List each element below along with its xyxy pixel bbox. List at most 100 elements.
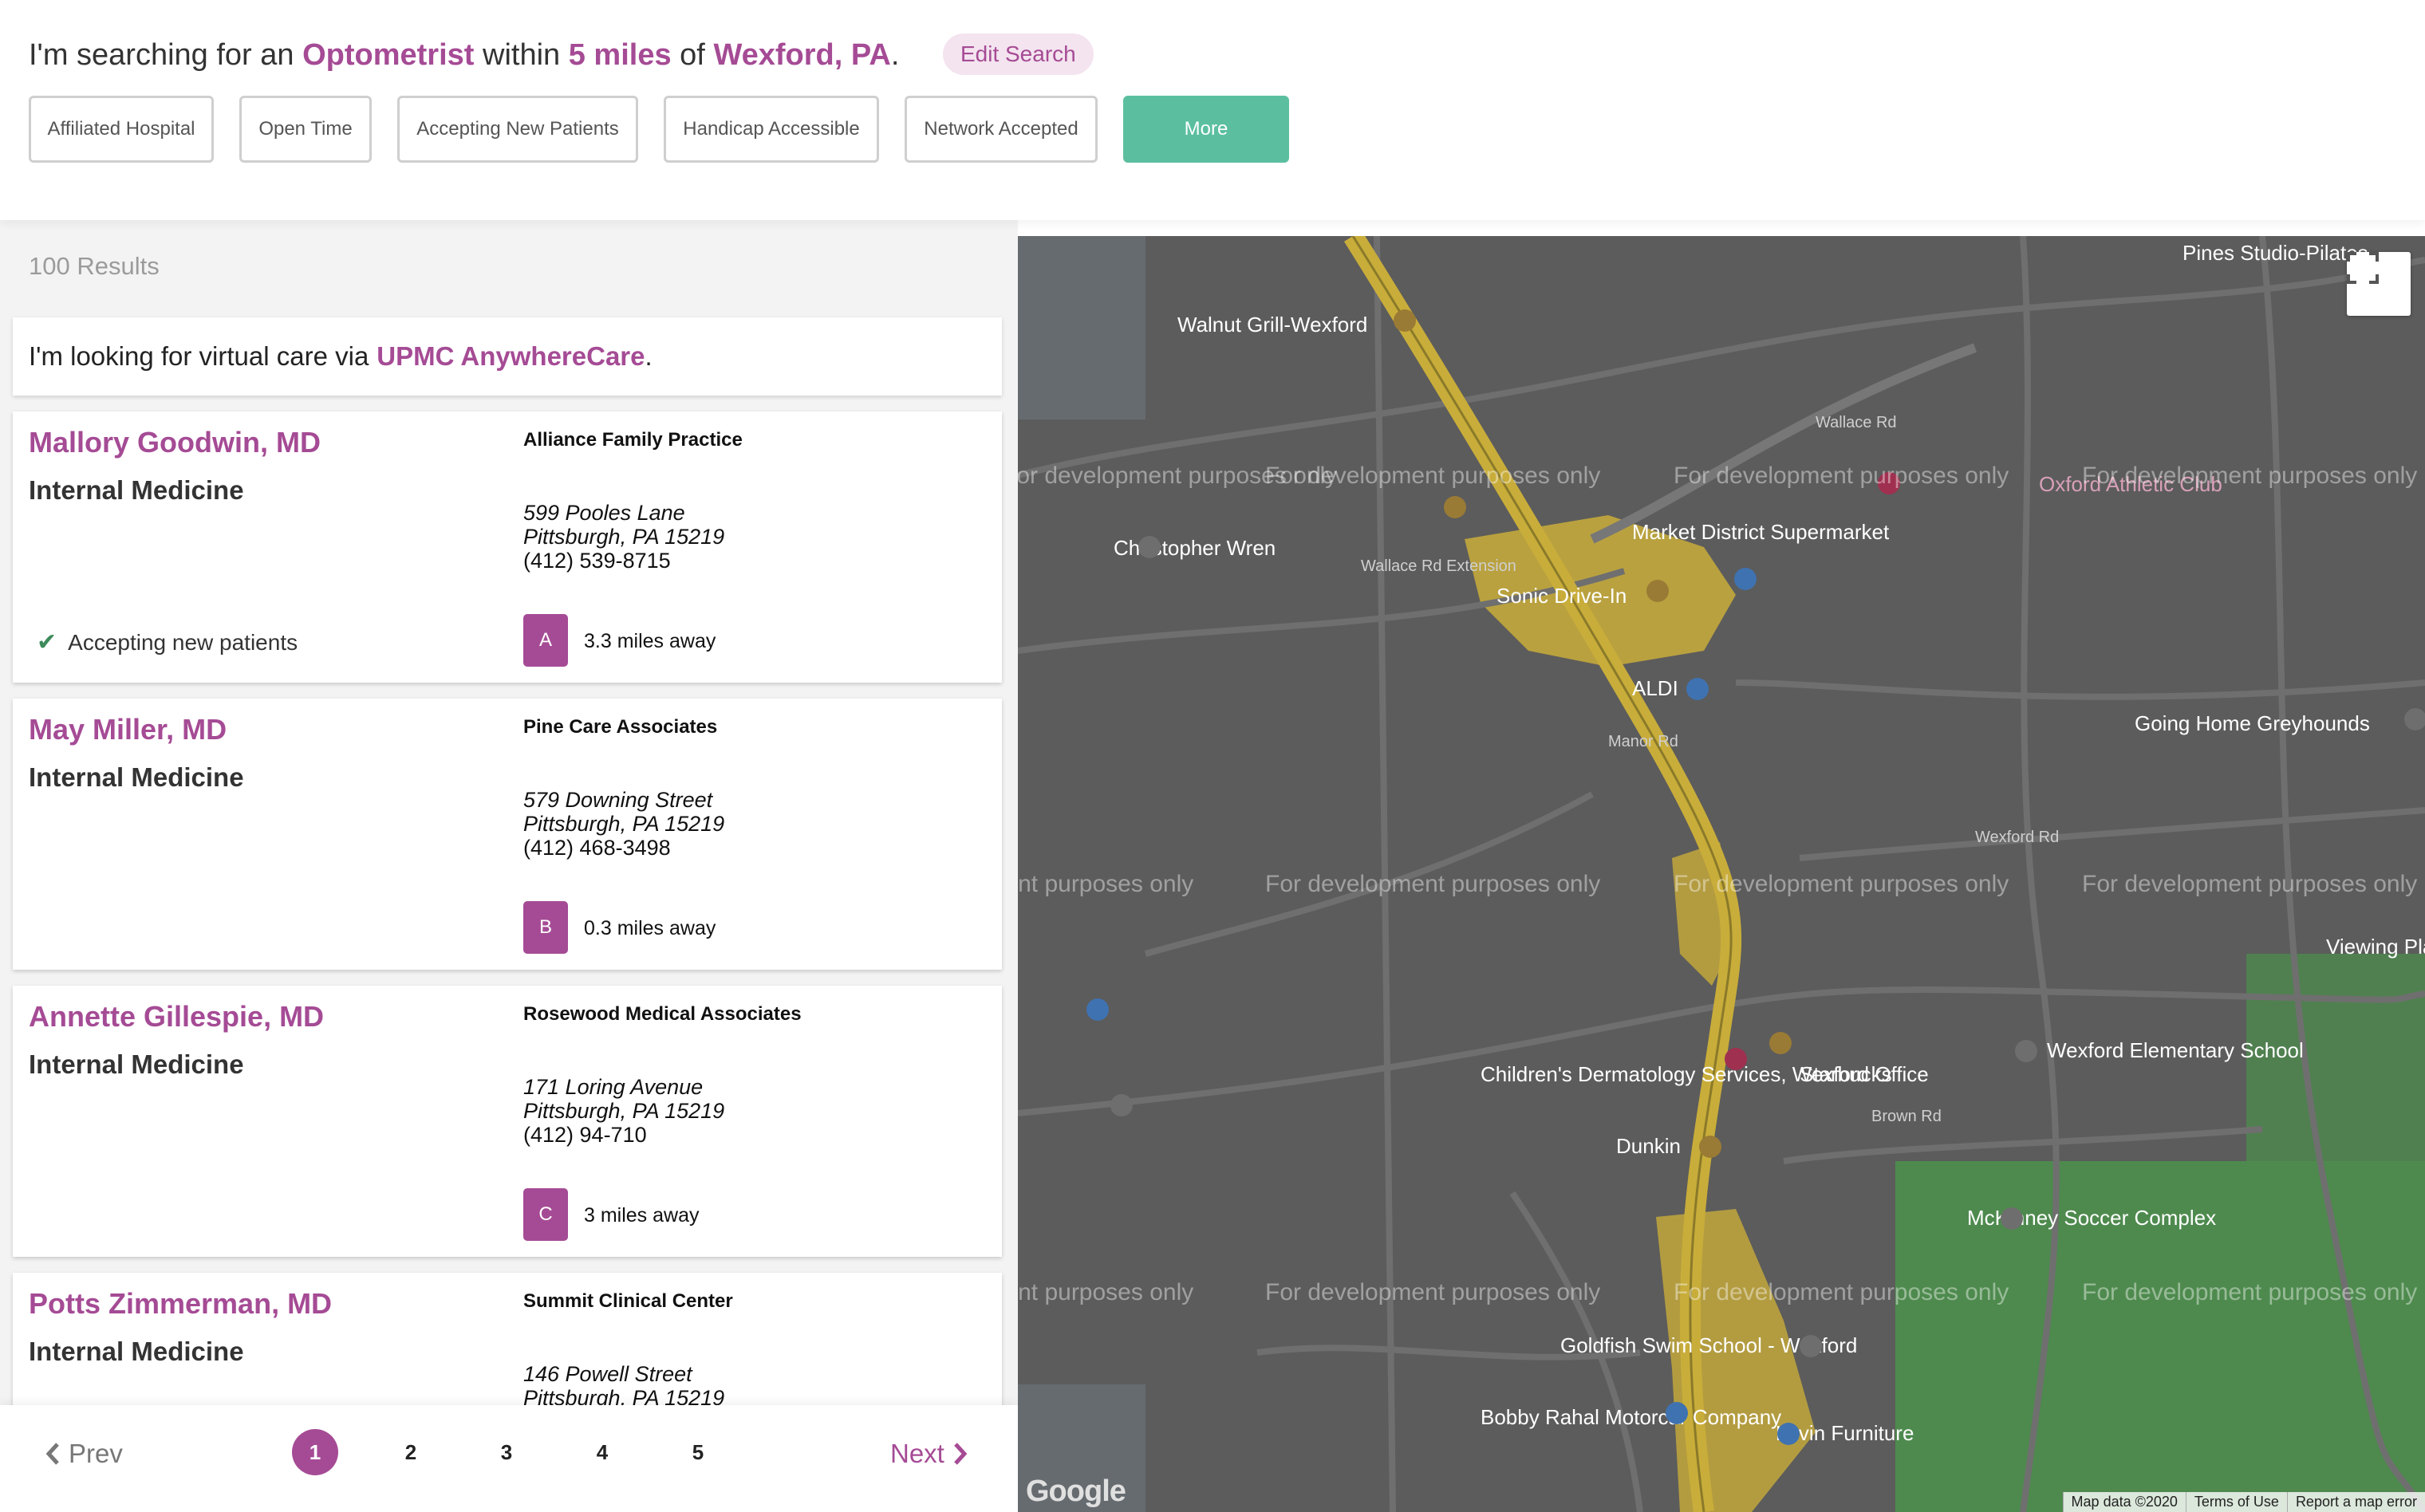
road-label-manor: Manor Rd: [1608, 733, 1678, 750]
fullscreen-button[interactable]: [2347, 252, 2411, 316]
location-selector[interactable]: Wexford, PA: [713, 38, 890, 72]
doctor-specialty: Internal Medicine: [29, 1337, 244, 1366]
road-label-brown: Brown Rd: [1871, 1108, 1942, 1125]
place-pin-icon[interactable]: [1110, 1094, 1133, 1116]
doctor-card[interactable]: May Miller, MD Internal Medicine Pine Ca…: [13, 699, 1002, 970]
filter-open-time[interactable]: Open Time: [239, 96, 372, 163]
within-text: within: [483, 38, 561, 72]
restaurant-pin-icon[interactable]: [1394, 309, 1416, 332]
page-1-button[interactable]: 1: [292, 1429, 338, 1475]
doctor-specialty: Internal Medicine: [29, 475, 244, 505]
doctor-address: 599 Pooles Lane Pittsburgh, PA 15219 (41…: [523, 501, 724, 573]
place-label-pines-studio: Pines Studio-Pilates: [2182, 241, 2368, 265]
search-prefix: I'm searching for an: [29, 38, 294, 72]
doctor-name[interactable]: Potts Zimmerman, MD: [29, 1287, 332, 1321]
doctor-address: 146 Powell Street Pittsburgh, PA 15219: [523, 1362, 724, 1410]
filter-network-accepted[interactable]: Network Accepted: [905, 96, 1098, 163]
chevron-right-icon: [954, 1443, 968, 1465]
accepting-label: Accepting new patients: [68, 629, 298, 655]
filter-affiliated-hospital[interactable]: Affiliated Hospital: [29, 96, 214, 163]
address-city: Pittsburgh, PA 15219: [523, 1099, 725, 1123]
place-label-viewing-plat: Viewing Plat: [2326, 935, 2425, 959]
distance-selector[interactable]: 5 miles: [569, 38, 672, 72]
prev-page-button[interactable]: Prev: [45, 1439, 123, 1469]
doctor-name[interactable]: Annette Gillespie, MD: [29, 1000, 324, 1034]
place-pin-icon[interactable]: [2404, 708, 2425, 730]
place-label-aldi: ALDI: [1632, 676, 1678, 700]
place-label-market-district: Market District Supermarket: [1632, 520, 1890, 544]
road-label-wallace: Wallace Rd: [1816, 414, 1897, 431]
place-pin-icon[interactable]: [2001, 1207, 2023, 1230]
edit-search-button[interactable]: Edit Search: [942, 33, 1094, 75]
place-label-sonic: Sonic Drive-In: [1496, 584, 1627, 608]
page-3-button[interactable]: 3: [483, 1429, 530, 1475]
place-label-bobby-rahal: Bobby Rahal Motorcar Company: [1481, 1405, 1781, 1429]
watermark-text: For development purposes only: [2082, 1279, 2417, 1305]
watermark-text: For development purposes only: [1674, 463, 2009, 489]
address-street: 579 Downing Street: [523, 788, 713, 812]
doctor-card[interactable]: Annette Gillespie, MD Internal Medicine …: [13, 986, 1002, 1257]
doctor-card[interactable]: Mallory Goodwin, MD Internal Medicine Al…: [13, 411, 1002, 683]
page-4-button[interactable]: 4: [579, 1429, 625, 1475]
map-marker-letter: A: [523, 614, 568, 667]
doctor-name[interactable]: Mallory Goodwin, MD: [29, 426, 321, 459]
of-text: of: [680, 38, 705, 72]
place-label-christopher-wren: Christopher Wren: [1114, 536, 1276, 560]
page-5-button[interactable]: 5: [675, 1429, 721, 1475]
restaurant-pin-icon[interactable]: [1646, 580, 1669, 602]
doctor-address: 171 Loring Avenue Pittsburgh, PA 15219 (…: [523, 1075, 724, 1147]
more-filters-button[interactable]: More: [1123, 96, 1289, 163]
doctor-phone[interactable]: (412) 94-710: [523, 1123, 647, 1147]
shopping-pin-icon[interactable]: [1777, 1423, 1800, 1445]
medical-pin-icon[interactable]: [1725, 1048, 1747, 1070]
doctor-phone[interactable]: (412) 539-8715: [523, 549, 671, 573]
map-canvas[interactable]: Walnut Grill-Wexford Christopher Wren Ma…: [1018, 236, 2425, 1512]
report-error-link[interactable]: Report a map error: [2286, 1492, 2425, 1512]
filter-handicap-accessible[interactable]: Handicap Accessible: [664, 96, 879, 163]
road-label-wallace-ext: Wallace Rd Extension: [1361, 557, 1516, 575]
place-pin-icon[interactable]: [1138, 536, 1161, 558]
practice-name: Pine Care Associates: [523, 716, 718, 738]
commercial-zone: [1656, 1209, 1816, 1512]
doctor-name[interactable]: May Miller, MD: [29, 713, 227, 746]
virtual-care-text: I'm looking for virtual care via: [29, 341, 369, 371]
terms-link[interactable]: Terms of Use: [2185, 1492, 2287, 1512]
restaurant-pin-icon[interactable]: [1444, 496, 1466, 518]
virtual-care-period: .: [645, 341, 653, 371]
place-label-starbucks: Starbucks: [1800, 1062, 1892, 1086]
watermark-text: For development purposes only: [1674, 1279, 2009, 1305]
distance-label: 3.3 miles away: [584, 630, 716, 652]
anywherecare-link[interactable]: UPMC AnywhereCare: [377, 341, 645, 372]
address-city: Pittsburgh, PA 15219: [523, 525, 725, 549]
shopping-pin-icon[interactable]: [1686, 678, 1709, 700]
search-sentence: I'm searching for an Optometrist within …: [29, 33, 1094, 75]
watermark-text: For development purposes only: [1265, 871, 1600, 897]
shopping-pin-icon[interactable]: [1734, 568, 1757, 590]
next-page-button[interactable]: Next: [890, 1439, 968, 1469]
map-data-label: Map data ©2020: [2062, 1492, 2186, 1512]
search-header: I'm searching for an Optometrist within …: [0, 0, 2425, 220]
cafe-pin-icon[interactable]: [1769, 1032, 1792, 1054]
page-2-button[interactable]: 2: [388, 1429, 434, 1475]
map-attribution: Map data ©2020 Terms of Use Report a map…: [2062, 1492, 2425, 1512]
doctor-phone[interactable]: (412) 468-3498: [523, 836, 671, 860]
specialty-selector[interactable]: Optometrist: [302, 38, 474, 72]
place-pin-icon[interactable]: [1086, 998, 1109, 1021]
address-street: 599 Pooles Lane: [523, 501, 685, 525]
watermark-text: For development purposes only: [1265, 1279, 1600, 1305]
pagination: Prev 1 2 3 4 5 Next: [0, 1405, 1018, 1512]
watermark-text: For development purposes only: [2082, 871, 2417, 897]
doctor-specialty: Internal Medicine: [29, 762, 244, 792]
cafe-pin-icon[interactable]: [1699, 1136, 1721, 1158]
chevron-left-icon: [45, 1443, 59, 1465]
map-view[interactable]: Walnut Grill-Wexford Christopher Wren Ma…: [1018, 236, 2425, 1512]
school-pin-icon[interactable]: [2015, 1040, 2037, 1062]
doctor-specialty: Internal Medicine: [29, 1049, 244, 1079]
map-marker-letter: B: [523, 901, 568, 954]
filter-accepting-new-patients[interactable]: Accepting New Patients: [397, 96, 638, 163]
practice-name: Alliance Family Practice: [523, 429, 743, 451]
shopping-pin-icon[interactable]: [1666, 1402, 1688, 1424]
page-numbers: 1 2 3 4 5: [292, 1429, 721, 1475]
road-label-wexford: Wexford Rd: [1975, 829, 2059, 846]
place-pin-icon[interactable]: [1800, 1335, 1822, 1357]
